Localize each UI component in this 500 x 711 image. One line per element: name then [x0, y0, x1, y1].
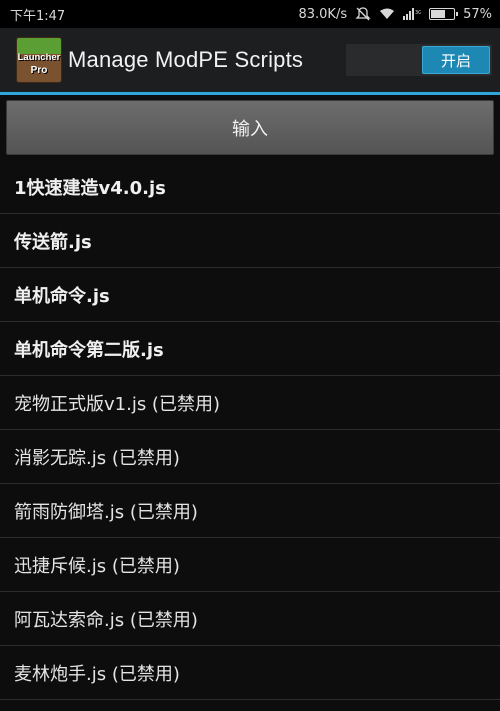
script-item-label: 单机命令第二版.js — [14, 339, 164, 361]
page-title: Manage ModPE Scripts — [68, 47, 304, 72]
scripts-toggle[interactable]: 开启 — [346, 44, 492, 76]
action-bar: Launcher Pro Manage ModPE Scripts 开启 — [0, 28, 500, 92]
script-item-label: 迅捷斥候.js (已禁用) — [14, 555, 180, 577]
status-time: 下午1:47 — [10, 8, 66, 24]
script-item[interactable]: 迅捷斥候.js (已禁用) — [0, 538, 500, 592]
app-icon[interactable]: Launcher Pro — [16, 37, 62, 83]
app-icon-text-line2: Pro — [30, 65, 48, 76]
status-bar: 下午1:47 83.0K/s 3G 57% — [0, 0, 500, 28]
action-bar-divider — [0, 92, 500, 95]
script-item-label: 消影无踪.js (已禁用) — [14, 447, 180, 469]
script-list: 1快速建造v4.0.js 传送箭.js 单机命令.js 单机命令第二版.js 宠物正式版… — [0, 160, 500, 700]
script-item-label: 1快速建造v4.0.js — [14, 177, 166, 199]
app-icon-text-line1: Launcher — [17, 52, 61, 63]
script-item[interactable]: 消影无踪.js (已禁用) — [0, 430, 500, 484]
script-item-label: 单机命令.js — [14, 285, 110, 307]
script-item[interactable]: 宠物正式版v1.js (已禁用) — [0, 376, 500, 430]
script-item-label: 阿瓦达索命.js (已禁用) — [14, 609, 198, 631]
script-item[interactable]: 单机命令.js — [0, 268, 500, 322]
network-speed: 83.0K/s — [298, 6, 348, 22]
toggle-on-button[interactable]: 开启 — [422, 46, 490, 74]
signal-icon: 3G — [403, 8, 422, 20]
script-item-label: 传送箭.js — [14, 231, 92, 253]
script-item[interactable]: 传送箭.js — [0, 214, 500, 268]
script-item[interactable]: 阿瓦达索命.js (已禁用) — [0, 592, 500, 646]
battery-fill — [431, 10, 445, 18]
script-item-label: 宠物正式版v1.js (已禁用) — [14, 393, 220, 415]
script-item[interactable]: 单机命令第二版.js — [0, 322, 500, 376]
network-type: 3G — [415, 10, 421, 16]
battery-icon — [429, 8, 459, 20]
script-item[interactable]: 1快速建造v4.0.js — [0, 160, 500, 214]
script-item-label: 麦林炮手.js (已禁用) — [14, 663, 180, 685]
script-item[interactable]: 箭雨防御塔.js (已禁用) — [0, 484, 500, 538]
import-button[interactable]: 输入 — [6, 100, 494, 155]
script-item-label: 箭雨防御塔.js (已禁用) — [14, 501, 198, 523]
mute-icon — [355, 7, 371, 21]
script-item[interactable]: 麦林炮手.js (已禁用) — [0, 646, 500, 700]
battery-percent: 57% — [463, 6, 492, 22]
wifi-icon — [379, 8, 395, 20]
